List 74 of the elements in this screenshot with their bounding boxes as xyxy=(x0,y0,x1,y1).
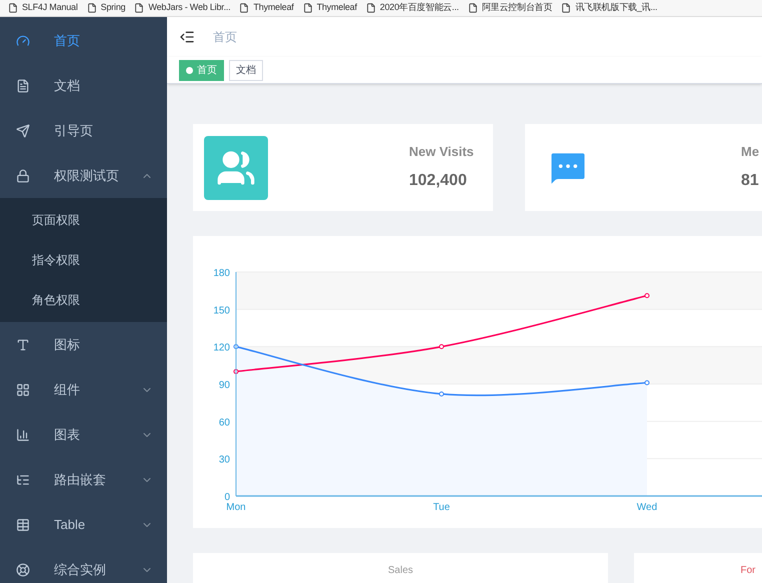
page-icon xyxy=(86,3,97,13)
page-icon xyxy=(302,3,313,13)
sidebar-item[interactable]: 首页 xyxy=(0,18,167,63)
bar-chart-icon xyxy=(16,428,30,442)
page-icon xyxy=(561,3,572,13)
page-icon xyxy=(239,3,250,13)
point xyxy=(439,344,444,350)
tag[interactable]: 文档 xyxy=(229,60,263,80)
x-tick-label: Wed xyxy=(636,502,658,513)
chart-title: Sales xyxy=(388,564,413,578)
people-icon xyxy=(204,136,268,200)
page-icon xyxy=(366,3,376,13)
y-tick-label: 90 xyxy=(218,380,230,391)
sidebar-item[interactable]: 引导页 xyxy=(0,108,167,153)
sidebar-label: 图表 xyxy=(54,426,80,444)
y-tick-label: 60 xyxy=(218,417,230,428)
x-tick-label: Mon xyxy=(226,502,246,513)
point xyxy=(644,380,650,386)
menu-icon[interactable] xyxy=(179,29,195,45)
bookmark-item[interactable]: 讯飞联机版下载_讯... xyxy=(561,1,658,15)
stat-card[interactable]: New Visits 102,400 xyxy=(193,124,493,211)
y-tick-label: 120 xyxy=(213,342,230,354)
sidebar-item[interactable]: 综合实例 xyxy=(0,547,167,583)
point xyxy=(644,293,650,298)
lock-icon xyxy=(16,168,30,182)
sidebar-item[interactable]: 图标 xyxy=(0,322,167,367)
bookmark-item[interactable]: Thymeleaf xyxy=(239,1,294,15)
stat-title: Me xyxy=(741,142,760,161)
paper-plane-icon xyxy=(16,124,30,138)
grid-icon xyxy=(16,382,30,396)
submenu-item[interactable]: 角色权限 xyxy=(0,280,167,320)
page-icon xyxy=(8,3,18,13)
lifebuoy-icon xyxy=(16,562,30,576)
point xyxy=(439,391,444,396)
y-tick-label: 150 xyxy=(213,305,230,316)
letter-icon xyxy=(16,338,30,352)
sidebar-item[interactable]: 权限测试页 xyxy=(0,153,167,198)
bookmark-item[interactable]: Thymeleaf xyxy=(302,1,357,15)
submenu-item[interactable]: 页面权限 xyxy=(0,200,167,240)
bookmark-item[interactable]: 2020年百度智能云... xyxy=(366,1,459,15)
sidebar-label: 首页 xyxy=(54,32,80,50)
table-icon xyxy=(16,518,30,532)
bookmark-item[interactable]: WebJars - Web Libr... xyxy=(134,1,230,15)
sidebar-label: 图标 xyxy=(54,336,80,354)
stat-value: 102,400 xyxy=(409,171,467,192)
y-tick-label: 180 xyxy=(213,268,230,279)
bookmark-item[interactable]: 阿里云控制台首页 xyxy=(468,1,552,15)
stat-value: 81 xyxy=(741,171,759,192)
y-tick-label: 30 xyxy=(218,454,230,466)
sidebar-item[interactable]: 图表 xyxy=(0,412,167,457)
stat-title: New Visits xyxy=(409,142,474,161)
stat-card[interactable]: Me 81 xyxy=(525,124,762,211)
document-icon xyxy=(16,78,30,92)
sidebar-label: Table xyxy=(54,516,86,534)
chart-title: For xyxy=(740,564,756,578)
sidebar-label: 综合实例 xyxy=(54,560,106,579)
sidebar-item[interactable]: 文档 xyxy=(0,63,167,108)
sidebar-label: 组件 xyxy=(54,380,80,399)
sidebar-label: 路由嵌套 xyxy=(54,470,106,489)
sidebar-label: 引导页 xyxy=(54,122,93,140)
bookmark-item[interactable]: Spring xyxy=(86,1,126,15)
sidebar-item[interactable]: 组件 xyxy=(0,367,167,412)
sidebar-item[interactable]: Table xyxy=(0,502,167,547)
bookmark-item[interactable]: SLF4J Manual xyxy=(8,1,78,15)
sidebar-item[interactable]: 路由嵌套 xyxy=(0,457,167,502)
x-tick-label: Tue xyxy=(433,502,450,513)
sidebar-label: 权限测试页 xyxy=(54,166,119,185)
page-icon xyxy=(134,3,144,13)
page-icon xyxy=(468,3,478,13)
y-tick-label: 0 xyxy=(224,492,230,503)
list-icon xyxy=(16,472,30,486)
sidebar-label: 文档 xyxy=(54,76,80,95)
submenu-item[interactable]: 指令权限 xyxy=(0,240,167,280)
gauge-icon xyxy=(16,34,30,48)
